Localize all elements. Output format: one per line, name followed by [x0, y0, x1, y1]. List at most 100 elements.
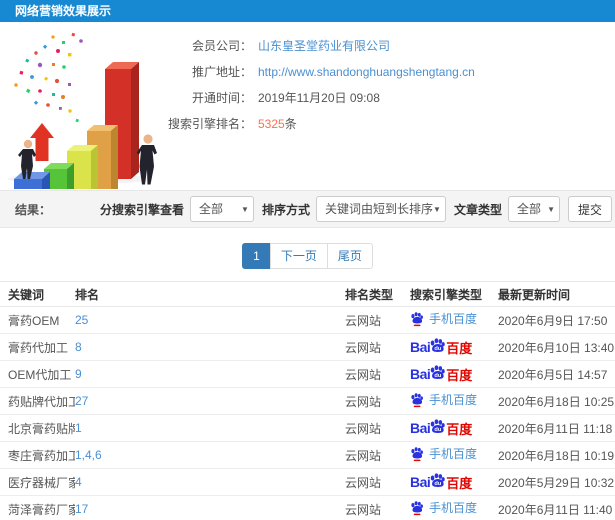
rank-link[interactable]: 17	[75, 502, 88, 516]
baidu-cn-wordmark: 百度	[446, 367, 473, 383]
page-1-button[interactable]: 1	[242, 243, 271, 269]
ranking-count-label: 搜索引擎排名：	[167, 117, 252, 131]
mobile-baidu-icon	[411, 392, 423, 407]
rank-cell: 1	[75, 414, 345, 442]
updated-time-cell: 2020年6月5日 14:57	[498, 360, 615, 388]
mobile-baidu-badge: 手机百度	[410, 391, 477, 408]
page-titlebar: 网络营销效果展示	[0, 0, 615, 22]
rank-link[interactable]: 25	[75, 313, 88, 327]
article-type-value: 全部	[516, 202, 541, 216]
baidu-paw-icon: du	[430, 365, 446, 379]
mobile-baidu-icon	[411, 500, 423, 515]
engine-select[interactable]: 全部 ▼	[189, 196, 254, 222]
rank-link[interactable]: 1,4,6	[75, 448, 102, 462]
engine-type-cell: 手机百度	[410, 387, 498, 415]
engine-type-cell: 手机百度	[410, 441, 498, 469]
keyword-cell: 菏泽膏药厂家	[0, 495, 75, 520]
updated-time-cell: 2020年6月11日 11:18	[498, 414, 615, 442]
updated-time-cell: 2020年6月18日 10:25	[498, 387, 615, 415]
table-row: OEM代加工 9 云网站 Bai du 百度 2020年6月5日 14:57	[0, 360, 615, 388]
rank-type-cell: 云网站	[345, 441, 410, 469]
baidu-paw-icon: du	[430, 338, 446, 352]
rank-type-cell: 云网站	[345, 387, 410, 415]
table-row: 菏泽膏药厂家 17 云网站 手机百度 2020年6月11日 11:40	[0, 495, 615, 520]
promo-url-label: 推广地址：	[191, 65, 252, 79]
keyword-cell: 枣庄膏药加工	[0, 441, 75, 469]
filter-bar: 结果： 分搜索引擎查看 全部 ▼ 排序方式 关键词由短到长排序 ▼ 文章类型 全…	[0, 190, 615, 228]
keyword-cell: 膏药代加工	[0, 333, 75, 361]
table-row: 医疗器械厂家 4 云网站 Bai du 百度 2020年5月29日 10:32	[0, 468, 615, 496]
baidu-paw-icon: du	[430, 473, 446, 487]
table-header-row: 关键词 排名 排名类型 搜索引擎类型 最新更新时间	[0, 281, 615, 307]
open-time-row: 开通时间： 2019年11月20日 09:08	[0, 85, 475, 111]
baidu-pc-logo: Bai du 百度	[410, 364, 472, 384]
mobile-baidu-icon	[411, 446, 423, 461]
bar-blue	[14, 172, 50, 205]
engine-type-cell: 手机百度	[410, 495, 498, 520]
baidu-wordmark: Bai	[410, 339, 431, 355]
baidu-wordmark: Bai	[410, 420, 431, 436]
engine-name-label: 手机百度	[429, 447, 478, 462]
engine-type-cell: 手机百度	[410, 306, 498, 334]
col-updated: 最新更新时间	[498, 281, 615, 307]
table-row: 枣庄膏药加工 1,4,6 云网站 手机百度 2020年6月18日 10:19	[0, 441, 615, 469]
rank-type-cell: 云网站	[345, 333, 410, 361]
rank-type-cell: 云网站	[345, 468, 410, 496]
keyword-ranking-table: 关键词 排名 排名类型 搜索引擎类型 最新更新时间 膏药OEM 25 云网站 手机百度…	[0, 281, 615, 520]
promo-url-link[interactable]: http://www.shandonghuangshengtang.cn	[258, 59, 475, 85]
sort-filter-label: 排序方式	[261, 202, 310, 217]
updated-time-cell: 2020年6月9日 17:50	[498, 306, 615, 334]
article-type-select[interactable]: 全部 ▼	[507, 196, 560, 222]
company-info-section: 会员公司： 山东皇圣堂药业有限公司 推广地址： http://www.shand…	[0, 22, 615, 207]
keyword-cell: 北京膏药贴牌	[0, 414, 75, 442]
rank-type-cell: 云网站	[345, 495, 410, 520]
ranking-count-suffix: 条	[284, 117, 297, 131]
filter-controls: 分搜索引擎查看 全部 ▼ 排序方式 关键词由短到长排序 ▼ 文章类型 全部 ▼ …	[100, 196, 612, 222]
col-rank: 排名	[75, 281, 345, 307]
col-rank-type: 排名类型	[345, 281, 410, 307]
submit-button[interactable]: 提交	[567, 196, 612, 222]
rank-link[interactable]: 9	[75, 367, 82, 381]
open-time-label: 开通时间：	[191, 91, 252, 105]
engine-type-cell: Bai du 百度	[410, 360, 498, 388]
ranking-count-row: 搜索引擎排名： 5325条	[0, 111, 475, 137]
baidu-pc-logo: Bai du 百度	[410, 418, 472, 438]
baidu-cn-wordmark: 百度	[446, 340, 473, 356]
keyword-cell: 膏药OEM	[0, 306, 75, 334]
rank-type-cell: 云网站	[345, 360, 410, 388]
updated-time-cell: 2020年6月11日 11:40	[498, 495, 615, 520]
rank-cell: 4	[75, 468, 345, 496]
baidu-pc-logo: Bai du 百度	[410, 337, 472, 357]
table-row: 北京膏药贴牌 1 云网站 Bai du 百度 2020年6月11日 11:18	[0, 414, 615, 442]
rank-link[interactable]: 4	[75, 475, 82, 489]
mobile-baidu-badge: 手机百度	[410, 445, 477, 462]
rank-cell: 27	[75, 387, 345, 415]
engine-type-cell: Bai du 百度	[410, 468, 498, 496]
engine-name-label: 手机百度	[429, 501, 478, 516]
chevron-down-icon: ▼	[547, 205, 555, 214]
rank-cell: 9	[75, 360, 345, 388]
baidu-pc-logo: Bai du 百度	[410, 472, 472, 492]
next-page-button[interactable]: 下一页	[269, 243, 328, 269]
last-page-button[interactable]: 尾页	[326, 243, 373, 269]
member-company-link[interactable]: 山东皇圣堂药业有限公司	[258, 33, 390, 59]
result-label: 结果：	[15, 202, 52, 217]
svg-text:du: du	[435, 346, 442, 352]
rank-link[interactable]: 8	[75, 340, 82, 354]
baidu-paw-icon: du	[430, 419, 446, 433]
table-row: 膏药代加工 8 云网站 Bai du 百度 2020年6月10日 13:40	[0, 333, 615, 361]
rank-cell: 25	[75, 306, 345, 334]
baidu-wordmark: Bai	[410, 474, 431, 490]
baidu-wordmark: Bai	[410, 366, 431, 382]
rank-link[interactable]: 27	[75, 394, 88, 408]
mobile-baidu-badge: 手机百度	[410, 499, 477, 516]
mobile-baidu-icon	[411, 311, 423, 326]
svg-text:du: du	[435, 481, 442, 487]
sort-select[interactable]: 关键词由短到长排序 ▼	[315, 196, 446, 222]
engine-select-value: 全部	[198, 202, 223, 216]
engine-type-cell: Bai du 百度	[410, 414, 498, 442]
article-type-label: 文章类型	[453, 202, 502, 217]
rank-link[interactable]: 1	[75, 421, 82, 435]
rank-cell: 1,4,6	[75, 441, 345, 469]
baidu-cn-wordmark: 百度	[446, 421, 473, 437]
